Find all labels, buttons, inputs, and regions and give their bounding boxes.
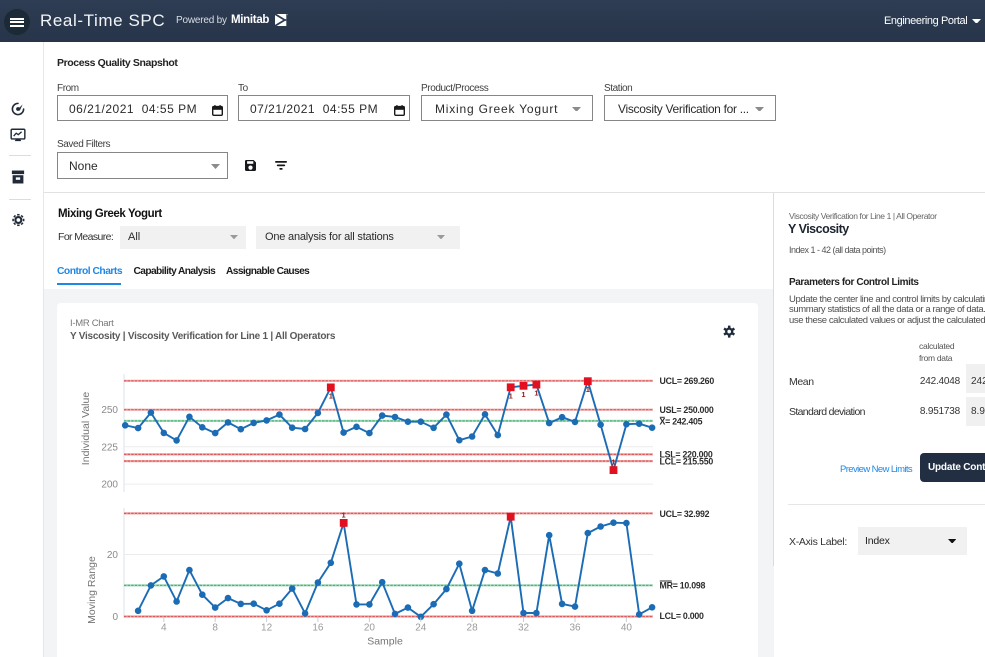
svg-text:1: 1 (329, 391, 333, 400)
svg-text:40: 40 (621, 623, 633, 634)
svg-text:X= 242.405: X= 242.405 (660, 417, 703, 427)
svg-text:0: 0 (112, 612, 118, 623)
svg-text:USL= 250.000: USL= 250.000 (660, 405, 714, 415)
svg-text:Individual Value: Individual Value (80, 392, 92, 466)
svg-text:32: 32 (518, 623, 530, 634)
svg-text:1: 1 (586, 385, 590, 394)
svg-text:24: 24 (415, 623, 427, 634)
svg-text:28: 28 (467, 623, 479, 634)
svg-text:1: 1 (342, 510, 346, 519)
svg-text:36: 36 (569, 623, 581, 634)
svg-text:225: 225 (101, 442, 118, 453)
svg-text:20: 20 (107, 550, 119, 561)
svg-text:250: 250 (101, 405, 118, 416)
svg-text:Sample: Sample (367, 636, 403, 648)
svg-text:4: 4 (161, 623, 167, 634)
svg-text:12: 12 (261, 623, 273, 634)
svg-text:Moving Range: Moving Range (86, 556, 98, 624)
svg-text:UCL= 269.260: UCL= 269.260 (660, 376, 715, 386)
svg-text:MR= 10.098: MR= 10.098 (660, 581, 706, 591)
svg-text:UCL= 32.992: UCL= 32.992 (660, 509, 710, 519)
svg-text:1: 1 (611, 458, 615, 467)
svg-text:20: 20 (364, 623, 376, 634)
svg-text:LCL= 215.550: LCL= 215.550 (660, 457, 714, 467)
svg-text:1: 1 (521, 390, 525, 399)
svg-text:8: 8 (212, 623, 218, 634)
svg-text:1: 1 (534, 389, 538, 398)
svg-text:16: 16 (312, 623, 324, 634)
svg-text:1: 1 (509, 391, 513, 400)
svg-text:200: 200 (101, 480, 118, 491)
svg-text:LCL= 0.000: LCL= 0.000 (660, 611, 705, 621)
